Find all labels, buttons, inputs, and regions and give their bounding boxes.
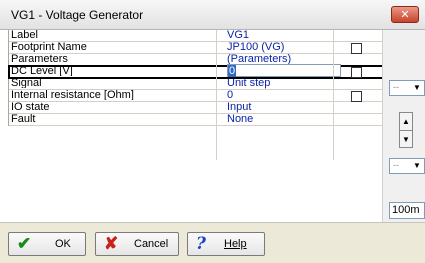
value-spinner[interactable]: ▲ ▼	[399, 112, 413, 148]
property-name: IO state	[11, 101, 50, 112]
cancel-label: Cancel	[134, 238, 169, 250]
x-icon: ✘	[104, 234, 119, 253]
spin-up-icon[interactable]: ▲	[400, 113, 412, 131]
ok-label: OK	[55, 238, 71, 250]
close-button[interactable]: ✕	[391, 6, 419, 23]
window-title: VG1 - Voltage Generator	[11, 8, 144, 22]
help-label: Help	[224, 238, 247, 250]
spin-down-icon[interactable]: ▼	[400, 131, 412, 148]
property-name: Internal resistance [Ohm]	[11, 89, 134, 100]
panel-divider	[382, 30, 383, 222]
property-value[interactable]: JP100 (VG)	[227, 41, 339, 53]
footprint-checkbox[interactable]	[351, 43, 362, 54]
chevron-down-icon[interactable]: ▼	[410, 159, 424, 173]
close-icon: ✕	[400, 9, 410, 21]
value-dropdown[interactable]: -- ▼	[389, 80, 425, 96]
internal-resistance-checkbox[interactable]	[351, 91, 362, 102]
property-name: Fault	[11, 113, 36, 124]
dc-level-checkbox[interactable]	[351, 67, 362, 78]
button-bar: ✔ OK ✘ Cancel ? Help	[0, 222, 425, 263]
dc-level-value: 0	[228, 65, 237, 77]
property-name: Label	[11, 29, 38, 40]
property-value[interactable]: (Parameters)	[227, 53, 339, 65]
ok-button[interactable]: ✔ OK	[8, 232, 86, 256]
property-value[interactable]: None	[227, 113, 339, 125]
property-row-fault[interactable]: Fault None	[9, 113, 384, 126]
chevron-down-icon[interactable]: ▼	[410, 81, 424, 95]
dropdown-value: --	[393, 82, 399, 92]
step-input[interactable]: 100m	[389, 202, 425, 219]
voltage-generator-dialog: VG1 - Voltage Generator ✕ Label VG1 Foot…	[0, 0, 425, 263]
property-name: Signal	[11, 77, 42, 88]
column-divider	[216, 30, 217, 160]
property-value[interactable]: Input	[227, 101, 339, 113]
help-button[interactable]: ? Help	[187, 232, 265, 256]
property-value[interactable]: Unit step	[227, 77, 339, 89]
dropdown-value: --	[393, 160, 399, 170]
title-bar: VG1 - Voltage Generator ✕	[0, 0, 425, 30]
property-value[interactable]: VG1	[227, 29, 339, 41]
property-name: Footprint Name	[11, 41, 87, 52]
property-grid: Label VG1 Footprint Name JP100 (VG) Para…	[8, 29, 385, 126]
check-icon: ✔	[17, 234, 32, 253]
cancel-button[interactable]: ✘ Cancel	[95, 232, 179, 256]
property-name: DC Level [V]	[11, 65, 73, 76]
property-name: Parameters	[11, 53, 68, 64]
dc-level-input[interactable]: 0	[227, 64, 341, 77]
column-divider	[333, 30, 334, 160]
property-value[interactable]: 0	[227, 89, 339, 101]
unit-dropdown[interactable]: -- ▼	[389, 158, 425, 174]
question-icon: ?	[196, 234, 206, 254]
